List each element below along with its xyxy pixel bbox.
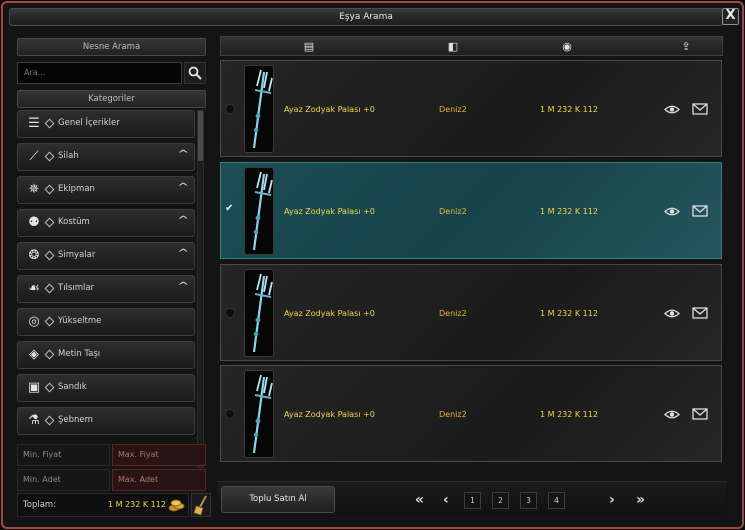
- seller-icon[interactable]: ◧: [443, 40, 463, 54]
- armor-icon: ✵: [28, 182, 40, 197]
- item-name: Ayaz Zodyak Palası +0: [284, 105, 375, 114]
- page-button-3[interactable]: 3: [520, 492, 537, 509]
- trident-icon: [244, 65, 274, 153]
- item-name: Ayaz Zodyak Palası +0: [284, 309, 375, 318]
- chevron-up-icon[interactable]: ^: [177, 215, 189, 226]
- scrollbar-thumb[interactable]: [198, 111, 203, 161]
- item-icon[interactable]: ▤: [299, 40, 319, 54]
- coins-icon: [168, 499, 185, 512]
- results-list: Ayaz Zodyak Palası +0 Deniz2 1 M 232 K 112…: [220, 58, 723, 471]
- results-panel: ▤ ◧ ◉ ⇪ Ayaz Zodyak Palası +0 Deniz2 1 M 2…: [220, 36, 725, 516]
- category-general[interactable]: ☰ Genel İçerikler: [17, 110, 195, 138]
- table-row[interactable]: ✔ Ayaz Zodyak Palası +0 Deniz2 1 M 232 K 11…: [220, 162, 722, 259]
- category-talisman[interactable]: ☙ Tılsımlar ^: [17, 275, 195, 303]
- trident-icon: [244, 167, 274, 255]
- table-row[interactable]: Ayaz Zodyak Palası +0 Deniz2 1 M 232 K 112: [220, 60, 722, 157]
- category-potion[interactable]: ⚗ Şebnem: [17, 407, 195, 435]
- total-label: Toplam:: [23, 500, 57, 510]
- category-upgrade[interactable]: ◎ Yükseltme: [17, 308, 195, 336]
- category-scrollbar[interactable]: [197, 110, 204, 468]
- upgrade-icon: ◎: [28, 314, 40, 329]
- check-icon[interactable]: ✔: [225, 203, 233, 214]
- last-page-button[interactable]: »: [636, 491, 645, 509]
- mail-icon[interactable]: [692, 307, 708, 319]
- search-button[interactable]: [184, 62, 206, 84]
- max-price-input[interactable]: Max. Fiyat: [112, 444, 206, 466]
- category-equipment[interactable]: ✵ Ekipman ^: [17, 176, 195, 204]
- total-value: 1 M 232 K 112: [108, 500, 166, 509]
- category-costume[interactable]: ⚉ Kostüm ^: [17, 209, 195, 237]
- min-quantity-input[interactable]: Min. Adet: [17, 469, 110, 491]
- column-header: ▤ ◧ ◉ ⇪: [220, 36, 723, 56]
- chevron-up-icon[interactable]: ^: [177, 281, 189, 292]
- broom-icon: [193, 495, 207, 516]
- gem-icon: ◈: [29, 347, 39, 362]
- item-price: 1 M 232 K 112: [540, 105, 598, 114]
- chevron-up-icon[interactable]: ^: [177, 248, 189, 259]
- trident-icon: [244, 269, 274, 357]
- category-alchemy[interactable]: ❂ Simyalar ^: [17, 242, 195, 270]
- sort-icon[interactable]: ⇪: [676, 40, 696, 54]
- eye-icon[interactable]: [664, 308, 680, 319]
- min-price-input[interactable]: Min. Fiyat: [17, 444, 110, 466]
- prev-page-button[interactable]: ‹: [443, 491, 449, 509]
- page-button-4[interactable]: 4: [548, 492, 565, 509]
- seller-name: Deniz2: [439, 207, 467, 216]
- category-list: ☰ Genel İçerikler ⟋ Silah ^ ✵ Ekipman ^ …: [17, 110, 195, 470]
- row-select-radio[interactable]: [225, 104, 235, 114]
- row-select-radio[interactable]: [225, 409, 235, 419]
- mail-icon[interactable]: [692, 205, 708, 217]
- left-panel: Nesne Arama Ara... Kategoriler ☰ Genel İ…: [12, 33, 211, 523]
- mask-icon: ⚉: [28, 215, 40, 230]
- next-page-button[interactable]: ›: [609, 491, 615, 509]
- eye-icon[interactable]: [664, 409, 680, 420]
- window-title: Eşya Arama: [9, 8, 723, 26]
- page-button-2[interactable]: 2: [492, 492, 509, 509]
- talisman-icon: ☙: [28, 281, 40, 296]
- chest-icon: ▣: [27, 380, 41, 395]
- eye-icon[interactable]: [664, 104, 680, 115]
- list-icon: ☰: [28, 116, 40, 131]
- sword-icon: ⟋: [29, 149, 39, 164]
- categories-header: Kategoriler: [17, 90, 206, 108]
- first-page-button[interactable]: «: [415, 491, 424, 509]
- item-price: 1 M 232 K 112: [540, 410, 598, 419]
- price-icon[interactable]: ◉: [557, 40, 577, 54]
- mail-icon[interactable]: [692, 408, 708, 420]
- clear-filters-button[interactable]: [191, 493, 211, 517]
- item-price: 1 M 232 K 112: [540, 309, 598, 318]
- seller-name: Deniz2: [439, 410, 467, 419]
- table-row[interactable]: Ayaz Zodyak Palası +0 Deniz2 1 M 232 K 112: [220, 365, 722, 462]
- category-metin-stone[interactable]: ◈ Metin Taşı: [17, 341, 195, 369]
- search-header: Nesne Arama: [17, 38, 206, 56]
- dragon-stone-icon: ❂: [28, 248, 40, 263]
- item-name: Ayaz Zodyak Palası +0: [284, 410, 375, 419]
- item-price: 1 M 232 K 112: [540, 207, 598, 216]
- mail-icon[interactable]: [692, 103, 708, 115]
- eye-icon[interactable]: [664, 206, 680, 217]
- category-chest[interactable]: ▣ Sandık: [17, 374, 195, 402]
- total-panel: Toplam: 1 M 232 K 112: [17, 493, 189, 517]
- category-weapon[interactable]: ⟋ Silah ^: [17, 143, 195, 171]
- page-button-1[interactable]: 1: [464, 492, 481, 509]
- item-name: Ayaz Zodyak Palası +0: [284, 207, 375, 216]
- chevron-up-icon[interactable]: ^: [177, 182, 189, 193]
- seller-name: Deniz2: [439, 309, 467, 318]
- close-button[interactable]: X: [722, 8, 739, 25]
- table-row[interactable]: Ayaz Zodyak Palası +0 Deniz2 1 M 232 K 112: [220, 264, 722, 361]
- max-quantity-input[interactable]: Max. Adet: [112, 469, 206, 491]
- seller-name: Deniz2: [439, 105, 467, 114]
- item-search-window: Eşya Arama X Nesne Arama Ara... Kategori…: [1, 1, 744, 529]
- row-select-radio[interactable]: [225, 308, 235, 318]
- trident-icon: [244, 370, 274, 458]
- search-input[interactable]: Ara...: [17, 62, 182, 84]
- chevron-up-icon[interactable]: ^: [177, 149, 189, 160]
- bulk-buy-button[interactable]: Toplu Satın Al: [221, 486, 335, 513]
- potion-icon: ⚗: [28, 413, 40, 428]
- search-icon: [188, 66, 202, 80]
